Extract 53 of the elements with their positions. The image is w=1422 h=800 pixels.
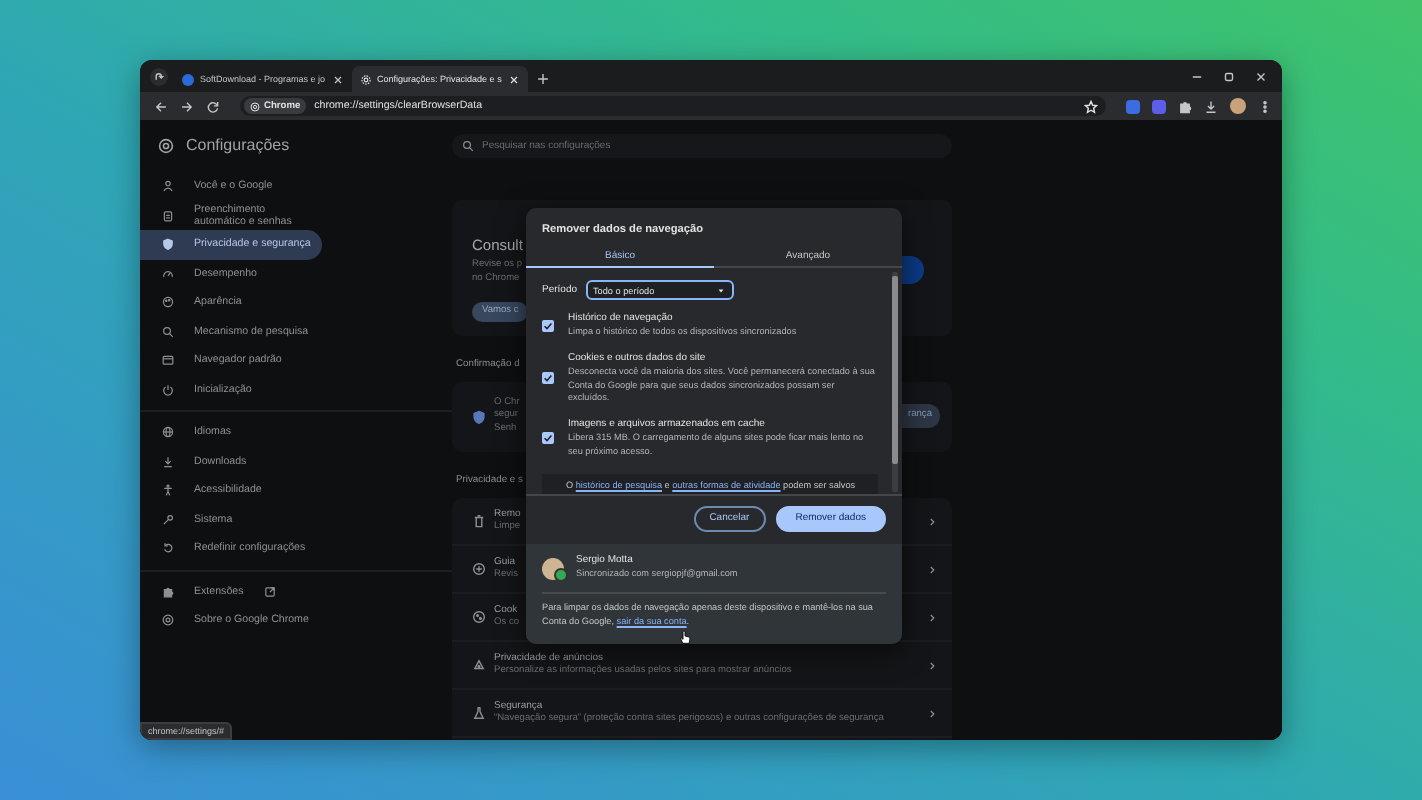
- checkbox[interactable]: [542, 432, 554, 445]
- check-icon: [542, 372, 554, 385]
- flask-icon: [472, 706, 486, 720]
- palette-icon: [162, 296, 174, 309]
- shield-icon: [472, 410, 486, 424]
- profile-avatar[interactable]: [1230, 98, 1246, 114]
- close-icon[interactable]: [507, 73, 520, 85]
- reset-icon: [162, 542, 174, 555]
- back-icon[interactable]: [154, 99, 168, 113]
- browser-window-icon: [162, 354, 174, 367]
- scrollbar[interactable]: [892, 272, 898, 493]
- chevron-icon: [926, 707, 938, 719]
- chevron-icon: [926, 515, 938, 527]
- download-icon[interactable]: [1204, 99, 1218, 113]
- shield-icon: [162, 238, 174, 251]
- caret-icon: [715, 285, 726, 295]
- check-icon: [542, 432, 554, 445]
- clipboard-icon: [162, 209, 174, 222]
- person-icon: [162, 180, 174, 193]
- gear-icon: [359, 73, 372, 85]
- bookmark-star-icon[interactable]: [1084, 99, 1098, 113]
- browser-logo-icon: [162, 614, 174, 627]
- close-icon[interactable]: [331, 73, 344, 85]
- cookie-icon: [472, 610, 486, 624]
- browser-logo-icon: [158, 137, 174, 153]
- accessibility-icon: [162, 484, 174, 497]
- site-favicon-icon: [182, 73, 194, 85]
- search-icon: [462, 139, 474, 151]
- page-title: Configurações: [186, 136, 290, 154]
- chevron-icon: [926, 563, 938, 575]
- checkbox[interactable]: [542, 319, 554, 332]
- chevron-icon: [926, 659, 938, 671]
- trash-icon: [472, 514, 486, 528]
- browser-logo-icon: [250, 101, 260, 111]
- power-icon: [162, 383, 174, 396]
- warning-icon: [472, 658, 486, 672]
- forward-icon[interactable]: [180, 99, 194, 113]
- check-icon: [542, 319, 554, 332]
- menu-icon[interactable]: [1258, 99, 1272, 113]
- reload-icon[interactable]: [206, 99, 220, 113]
- search-icon: [162, 325, 174, 338]
- compass-icon: [472, 562, 486, 576]
- gauge-icon: [162, 267, 174, 280]
- hand-cursor-icon: [678, 630, 692, 645]
- sync-badge-icon: [554, 567, 568, 582]
- maximize-icon[interactable]: [1222, 69, 1236, 83]
- chevron-icon: [926, 611, 938, 623]
- globe-icon: [162, 426, 174, 439]
- checkbox[interactable]: [542, 372, 554, 385]
- external-link-icon: [263, 585, 276, 598]
- new-tab-icon[interactable]: [535, 72, 550, 86]
- close-icon[interactable]: [1254, 69, 1268, 83]
- download-icon: [162, 455, 174, 468]
